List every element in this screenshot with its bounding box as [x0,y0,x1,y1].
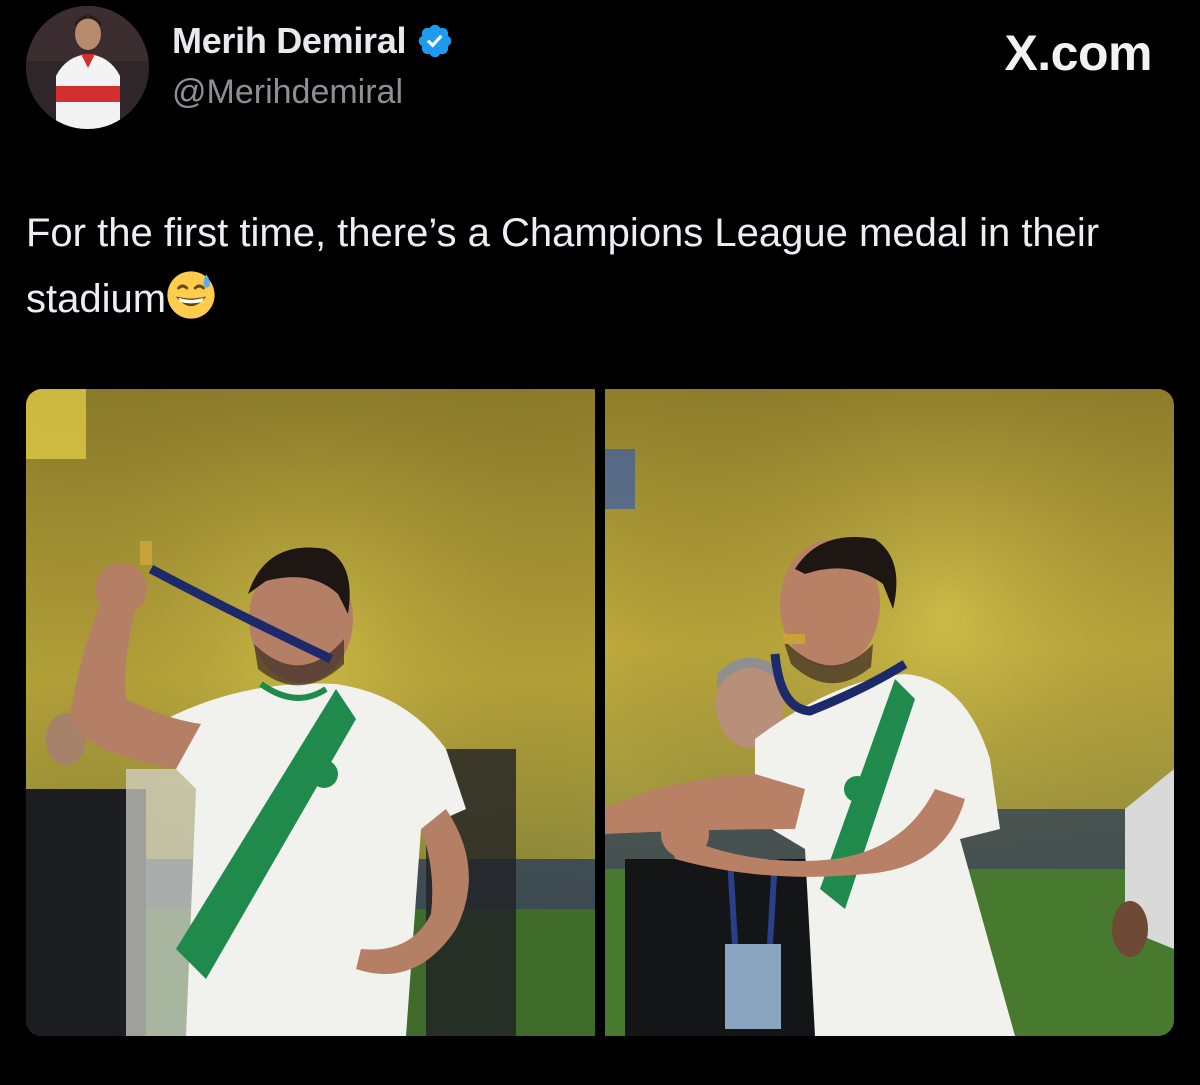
grinning-sweat-emoji-icon [167,271,215,319]
author-handle[interactable]: @Merihdemiral [172,73,403,112]
author-name[interactable]: Merih Demiral [172,20,454,62]
tweet-media-grid[interactable] [26,389,1174,1036]
profile-avatar[interactable] [26,6,149,129]
avatar-image [26,6,149,129]
media-photo-2[interactable] [605,389,1174,1036]
media-photo-1[interactable] [26,389,595,1036]
photo-player-with-medal-1 [26,389,595,1036]
tweet-text: For the first time, there’s a Champions … [26,200,1176,332]
verified-badge-icon [418,24,452,58]
photo-player-with-medal-2 [605,389,1174,1036]
author-name-text: Merih Demiral [172,20,407,61]
brand-watermark: X.com [1004,25,1152,81]
